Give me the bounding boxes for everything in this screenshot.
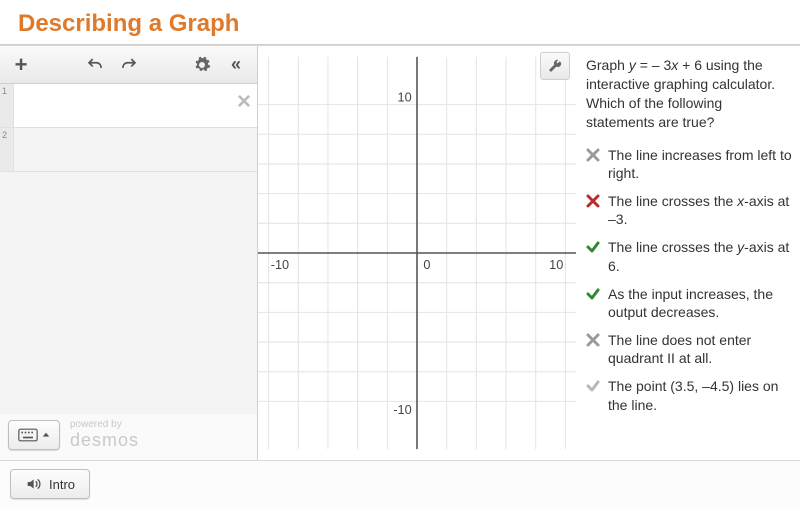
x-tick-neg10: -10 (271, 257, 289, 272)
expression-panel: + « 1 (0, 46, 258, 460)
graph-settings-button[interactable] (540, 52, 570, 80)
page-title: Describing a Graph (18, 10, 782, 38)
statement-text: The line does not enter quadrant II at a… (608, 331, 794, 367)
y-tick-neg10: -10 (393, 402, 411, 417)
origin-label: 0 (423, 257, 430, 272)
undo-button[interactable] (80, 51, 110, 79)
delete-expression-button[interactable]: × (237, 90, 251, 114)
question-prompt: Graph y = – 3x + 6 using the interactive… (586, 56, 794, 132)
add-expression-button[interactable]: + (6, 51, 36, 79)
statement-text: The line increases from left to right. (608, 146, 794, 182)
desmos-logo: powered by desmos (70, 420, 139, 449)
statement-6[interactable]: The point (3.5, –4.5) lies on the line. (586, 377, 794, 413)
statement-text: The line crosses the y-axis at 6. (608, 238, 794, 274)
expression-toolbar: + « (0, 46, 257, 84)
statement-1[interactable]: The line increases from left to right. (586, 146, 794, 182)
expression-row-1[interactable]: 1 × (0, 84, 257, 128)
intro-label: Intro (49, 477, 75, 492)
x-icon (586, 146, 600, 166)
row-number: 1 (0, 84, 14, 127)
keyboard-toggle-button[interactable] (8, 420, 60, 450)
row-number: 2 (0, 128, 14, 171)
statement-3[interactable]: The line crosses the y-axis at 6. (586, 238, 794, 274)
expression-row-2[interactable]: 2 (0, 128, 257, 172)
y-tick-pos10: 10 (398, 89, 412, 104)
statement-text: The line crosses the x-axis at –3. (608, 192, 794, 228)
intro-button[interactable]: Intro (10, 469, 90, 499)
statement-5[interactable]: The line does not enter quadrant II at a… (586, 331, 794, 367)
x-icon (586, 331, 600, 351)
statement-2[interactable]: The line crosses the x-axis at –3. (586, 192, 794, 228)
settings-button[interactable] (187, 51, 217, 79)
redo-button[interactable] (114, 51, 144, 79)
speaker-icon (25, 476, 41, 492)
check-icon (586, 285, 600, 305)
statement-4[interactable]: As the input increases, the output decre… (586, 285, 794, 321)
check-icon (586, 238, 600, 258)
statement-text: The point (3.5, –4.5) lies on the line. (608, 377, 794, 413)
x-tick-pos10: 10 (549, 257, 563, 272)
collapse-panel-button[interactable]: « (221, 51, 251, 79)
check-icon (586, 377, 600, 397)
x-icon (586, 192, 600, 212)
coordinate-plane: 10 -10 -10 10 0 (258, 46, 576, 460)
statement-text: As the input increases, the output decre… (608, 285, 794, 321)
graph-area[interactable]: 10 -10 -10 10 0 (258, 46, 576, 460)
question-panel: Graph y = – 3x + 6 using the interactive… (576, 46, 800, 460)
